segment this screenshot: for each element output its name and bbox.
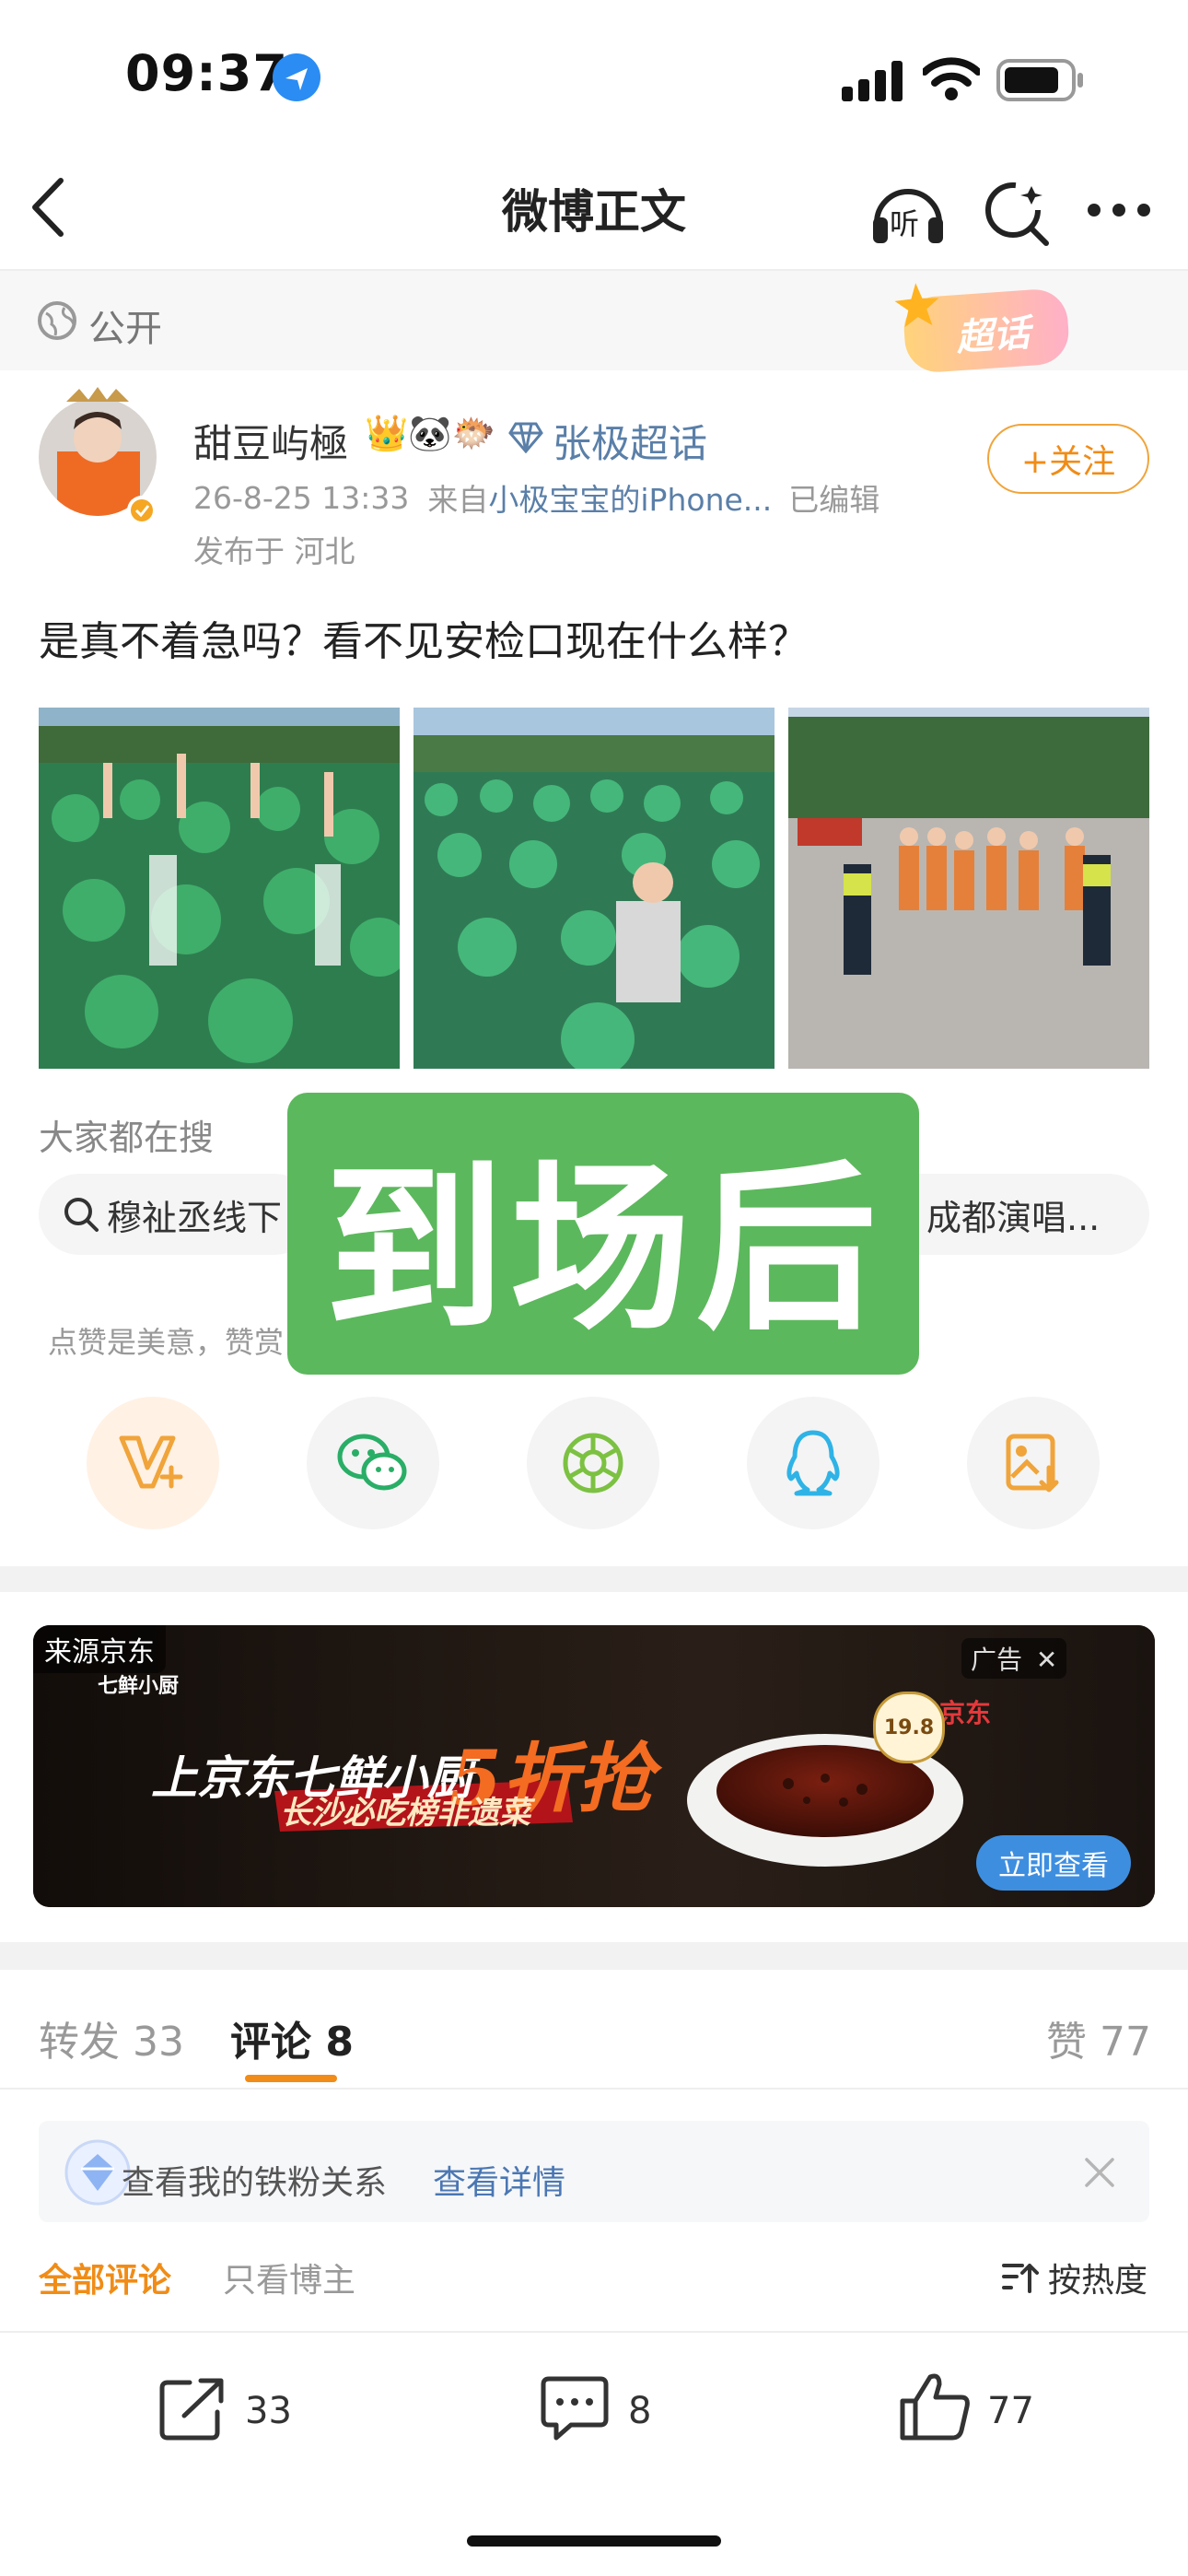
like-button[interactable]	[897, 2370, 973, 2443]
repost-button[interactable]	[157, 2373, 230, 2443]
ad-price-badge: 19.8	[873, 1692, 945, 1763]
share-wechat-button[interactable]	[307, 1397, 439, 1529]
close-icon[interactable]: ✕	[1036, 1645, 1057, 1675]
ad-cta-button[interactable]: 立即查看	[976, 1835, 1131, 1891]
comment-icon	[541, 2376, 609, 2441]
bottom-bar-divider	[0, 2331, 1188, 2333]
avatar[interactable]	[39, 387, 158, 525]
fan-relation-link[interactable]: 查看详情	[433, 2156, 565, 2204]
comment-count: 8	[628, 2390, 652, 2432]
comment-button[interactable]	[538, 2373, 611, 2443]
ad-source: 来源京东	[33, 1625, 166, 1673]
supertopic-link[interactable]: 张极超话	[553, 413, 707, 469]
edited-label[interactable]: 已编辑	[788, 475, 879, 520]
tabs-divider	[0, 2088, 1188, 2090]
listen-icon[interactable]: 听	[869, 175, 947, 249]
search-section-title: 大家都在搜	[39, 1118, 215, 1158]
wifi-icon	[923, 57, 980, 101]
save-image-button[interactable]	[967, 1397, 1100, 1529]
globe-icon	[37, 300, 77, 341]
section-gap	[0, 1566, 1188, 1592]
thumbs-up-icon	[900, 2373, 970, 2441]
share-weibo-button[interactable]	[87, 1397, 219, 1529]
wechat-icon	[337, 1434, 407, 1491]
post-text: 是真不着急吗？看不见安检口现在什么样？	[39, 618, 809, 665]
supertopic-badge-label: 超话	[954, 311, 1031, 360]
ad-tag-label: 广告	[971, 1645, 1023, 1675]
tab-comment[interactable]: 评论 8	[230, 2008, 354, 2067]
search-icon	[64, 1198, 99, 1232]
sort-label: 按热度	[1048, 2262, 1148, 2300]
overlay-stamp: 到场后	[287, 1093, 919, 1375]
save-image-icon	[1006, 1434, 1059, 1493]
qq-icon	[786, 1430, 840, 1496]
like-hint-text: 点赞是美意，赞赏	[48, 1325, 285, 1360]
search-chip-label: 成都演唱...	[926, 1197, 1101, 1238]
repost-count: 33	[245, 2390, 292, 2432]
overlay-stamp-text: 到场后	[323, 1144, 882, 1355]
status-time: 09:37	[125, 44, 288, 102]
like-count: 77	[987, 2390, 1034, 2432]
ad-tag[interactable]: 广告 ✕	[961, 1638, 1067, 1679]
post-meta: 26-8-25 13:33 来自 小极宝宝的iPhone... 已编辑	[193, 475, 879, 520]
supertopic-badge[interactable]: 超话	[894, 283, 1071, 375]
filter-all-comments[interactable]: 全部评论	[39, 2254, 171, 2301]
source-prefix: 来自	[427, 482, 489, 518]
close-icon[interactable]	[1083, 2156, 1116, 2189]
weibo-v-plus-icon	[119, 1435, 183, 1489]
ad-brand: 七鲜小厨	[98, 1675, 180, 1698]
cellular-signal-icon	[842, 61, 906, 101]
share-moments-button[interactable]	[527, 1397, 659, 1529]
tab-like[interactable]: 赞 77	[1046, 2008, 1151, 2067]
section-gap	[0, 1942, 1188, 1970]
post-photo-3[interactable]	[788, 708, 1149, 1069]
moments-icon	[563, 1433, 623, 1493]
tab-active-indicator	[245, 2075, 337, 2082]
star-icon	[894, 283, 939, 328]
ad-banner[interactable]: 来源京东 七鲜小厨 上京东七鲜小厨 5折抢 长沙必吃榜非遗菜 广告 ✕ 京东 1…	[33, 1625, 1155, 1907]
refresh-search-icon[interactable]	[982, 177, 1052, 247]
more-icon[interactable]	[1087, 203, 1151, 217]
emoji-badges: 👑🐼🐡	[365, 413, 495, 453]
location-arrow-icon	[273, 53, 320, 101]
fan-relation-text: 查看我的铁粉关系	[122, 2164, 388, 2202]
tab-repost[interactable]: 转发 33	[39, 2008, 184, 2067]
ad-jd-label: 京东	[939, 1698, 992, 1728]
follow-button[interactable]: +关注	[987, 424, 1149, 494]
post-photo-1[interactable]	[39, 708, 400, 1069]
diamond-icon	[508, 422, 543, 453]
battery-icon	[996, 59, 1085, 101]
share-qq-button[interactable]	[747, 1397, 879, 1529]
username[interactable]: 甜豆屿極	[193, 413, 348, 469]
source-device-link[interactable]: 小极宝宝的iPhone...	[488, 475, 772, 520]
post-time: 26-8-25 13:33	[193, 479, 410, 516]
home-indicator	[467, 2535, 721, 2547]
ad-subline: 长沙必吃榜非遗菜	[280, 1795, 530, 1832]
sort-icon	[1002, 2264, 1039, 2293]
sort-by-heat[interactable]: 按热度	[1002, 2254, 1147, 2301]
visibility-label: 公开	[88, 308, 162, 350]
listen-label: 听	[890, 206, 920, 241]
repost-icon	[159, 2378, 224, 2441]
search-chip-label: 穆祉丞线下	[107, 1197, 283, 1238]
post-location: 发布于 河北	[193, 533, 355, 569]
post-photo-2[interactable]	[413, 708, 775, 1069]
filter-author-only[interactable]: 只看博主	[223, 2254, 355, 2301]
search-chip-1[interactable]: 穆祉丞线下	[39, 1174, 315, 1255]
